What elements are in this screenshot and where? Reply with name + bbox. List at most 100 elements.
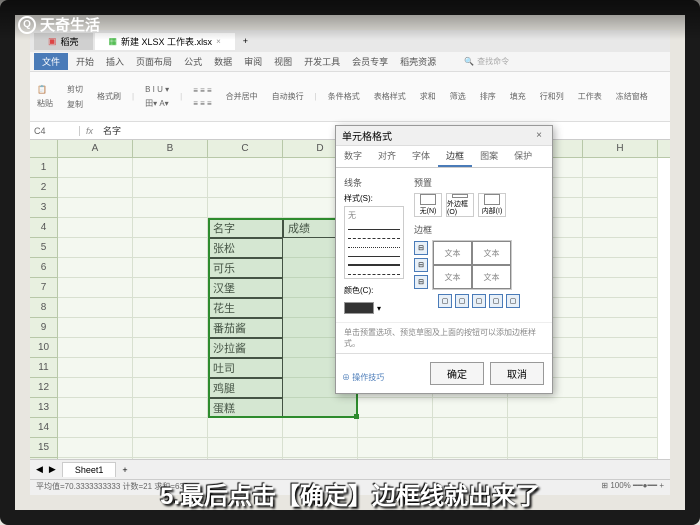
cell-B5[interactable] (133, 238, 208, 258)
cell-C15[interactable] (208, 438, 283, 458)
cell-H4[interactable] (583, 218, 658, 238)
file-menu[interactable]: 文件 (34, 53, 68, 70)
dlg-tab-对齐[interactable]: 对齐 (370, 146, 404, 167)
cell-C5[interactable]: 张松 (208, 238, 283, 258)
cell-H13[interactable] (583, 398, 658, 418)
cell-E15[interactable] (358, 438, 433, 458)
cell-A16[interactable] (58, 458, 133, 459)
menu-插入[interactable]: 插入 (100, 55, 130, 69)
cell-A15[interactable] (58, 438, 133, 458)
cell-A10[interactable] (58, 338, 133, 358)
cell-B12[interactable] (133, 378, 208, 398)
cell-A11[interactable] (58, 358, 133, 378)
cell-F14[interactable] (433, 418, 508, 438)
ok-button[interactable]: 确定 (430, 362, 484, 385)
col-header-B[interactable]: B (133, 140, 208, 157)
cell-G14[interactable] (508, 418, 583, 438)
cancel-button[interactable]: 取消 (490, 362, 544, 385)
cell-A5[interactable] (58, 238, 133, 258)
cell-H12[interactable] (583, 378, 658, 398)
cell-E13[interactable] (358, 398, 433, 418)
menu-开发工具[interactable]: 开发工具 (298, 55, 346, 69)
cell-C2[interactable] (208, 178, 283, 198)
cell-B16[interactable] (133, 458, 208, 459)
cell-H10[interactable] (583, 338, 658, 358)
cell-A4[interactable] (58, 218, 133, 238)
merge-button[interactable]: 合并居中 (223, 90, 261, 103)
border-bot-button[interactable]: ⊟ (414, 275, 428, 289)
line-style-list[interactable]: 无 (344, 206, 404, 279)
cell-B10[interactable] (133, 338, 208, 358)
select-all-corner[interactable] (30, 140, 58, 157)
sheet-tab-1[interactable]: Sheet1 (62, 462, 117, 477)
cell-B3[interactable] (133, 198, 208, 218)
cell-D15[interactable] (283, 438, 358, 458)
filter-button[interactable]: 筛选 (447, 90, 469, 103)
copy-button[interactable]: 复制 (64, 98, 86, 111)
preset-外边框(O)[interactable]: 外边框(O) (446, 193, 474, 217)
cell-B9[interactable] (133, 318, 208, 338)
cell-B8[interactable] (133, 298, 208, 318)
border-top-button[interactable]: ⊟ (414, 241, 428, 255)
preset-无(N)[interactable]: 无(N) (414, 193, 442, 217)
fx-icon[interactable]: fx (80, 126, 99, 136)
cell-A9[interactable] (58, 318, 133, 338)
cell-H15[interactable] (583, 438, 658, 458)
cell-C16[interactable] (208, 458, 283, 459)
wrap-button[interactable]: 自动换行 (269, 90, 307, 103)
sum-button[interactable]: 求和 (417, 90, 439, 103)
cell-C7[interactable]: 汉堡 (208, 278, 283, 298)
format-painter[interactable]: 格式刷 (94, 90, 124, 103)
dlg-tab-边框[interactable]: 边框 (438, 146, 472, 167)
menu-数据[interactable]: 数据 (208, 55, 238, 69)
cell-B1[interactable] (133, 158, 208, 178)
cell-A1[interactable] (58, 158, 133, 178)
cell-D14[interactable] (283, 418, 358, 438)
cell-C10[interactable]: 沙拉酱 (208, 338, 283, 358)
cell-F16[interactable] (433, 458, 508, 459)
col-header-H[interactable]: H (583, 140, 658, 157)
cell-C1[interactable] (208, 158, 283, 178)
cut-button[interactable]: 剪切 (64, 83, 86, 96)
dlg-tab-图案[interactable]: 图案 (472, 146, 506, 167)
paste-button[interactable]: 📋 (34, 84, 56, 95)
cell-A14[interactable] (58, 418, 133, 438)
cell-G16[interactable] (508, 458, 583, 459)
cell-B2[interactable] (133, 178, 208, 198)
cell-B4[interactable] (133, 218, 208, 238)
cell-B6[interactable] (133, 258, 208, 278)
menu-会员专享[interactable]: 会员专享 (346, 55, 394, 69)
cell-H16[interactable] (583, 458, 658, 459)
cell-F15[interactable] (433, 438, 508, 458)
cell-A2[interactable] (58, 178, 133, 198)
add-sheet-button[interactable]: + (122, 465, 127, 475)
cell-C9[interactable]: 番茄酱 (208, 318, 283, 338)
cell-A13[interactable] (58, 398, 133, 418)
cell-C11[interactable]: 吐司 (208, 358, 283, 378)
menu-稻壳资源[interactable]: 稻壳资源 (394, 55, 442, 69)
cell-C13[interactable]: 蛋糕 (208, 398, 283, 418)
cell-H14[interactable] (583, 418, 658, 438)
cell-A6[interactable] (58, 258, 133, 278)
dialog-close-button[interactable]: × (532, 130, 546, 141)
cell-B15[interactable] (133, 438, 208, 458)
menu-页面布局[interactable]: 页面布局 (130, 55, 178, 69)
cell-H6[interactable] (583, 258, 658, 278)
cell-H5[interactable] (583, 238, 658, 258)
col-header-A[interactable]: A (58, 140, 133, 157)
cell-C3[interactable] (208, 198, 283, 218)
menu-公式[interactable]: 公式 (178, 55, 208, 69)
cell-F13[interactable] (433, 398, 508, 418)
operation-hint[interactable]: ⊕ 操作技巧 (342, 372, 384, 383)
cell-C14[interactable] (208, 418, 283, 438)
cell-H3[interactable] (583, 198, 658, 218)
cell-C4[interactable]: 名字 (208, 218, 283, 238)
cell-B14[interactable] (133, 418, 208, 438)
cell-H8[interactable] (583, 298, 658, 318)
menu-视图[interactable]: 视图 (268, 55, 298, 69)
command-search[interactable]: 🔍 查找命令 (464, 56, 509, 67)
border-color-select[interactable]: ▾ (344, 302, 404, 314)
cell-H11[interactable] (583, 358, 658, 378)
cell-A7[interactable] (58, 278, 133, 298)
cell-B13[interactable] (133, 398, 208, 418)
